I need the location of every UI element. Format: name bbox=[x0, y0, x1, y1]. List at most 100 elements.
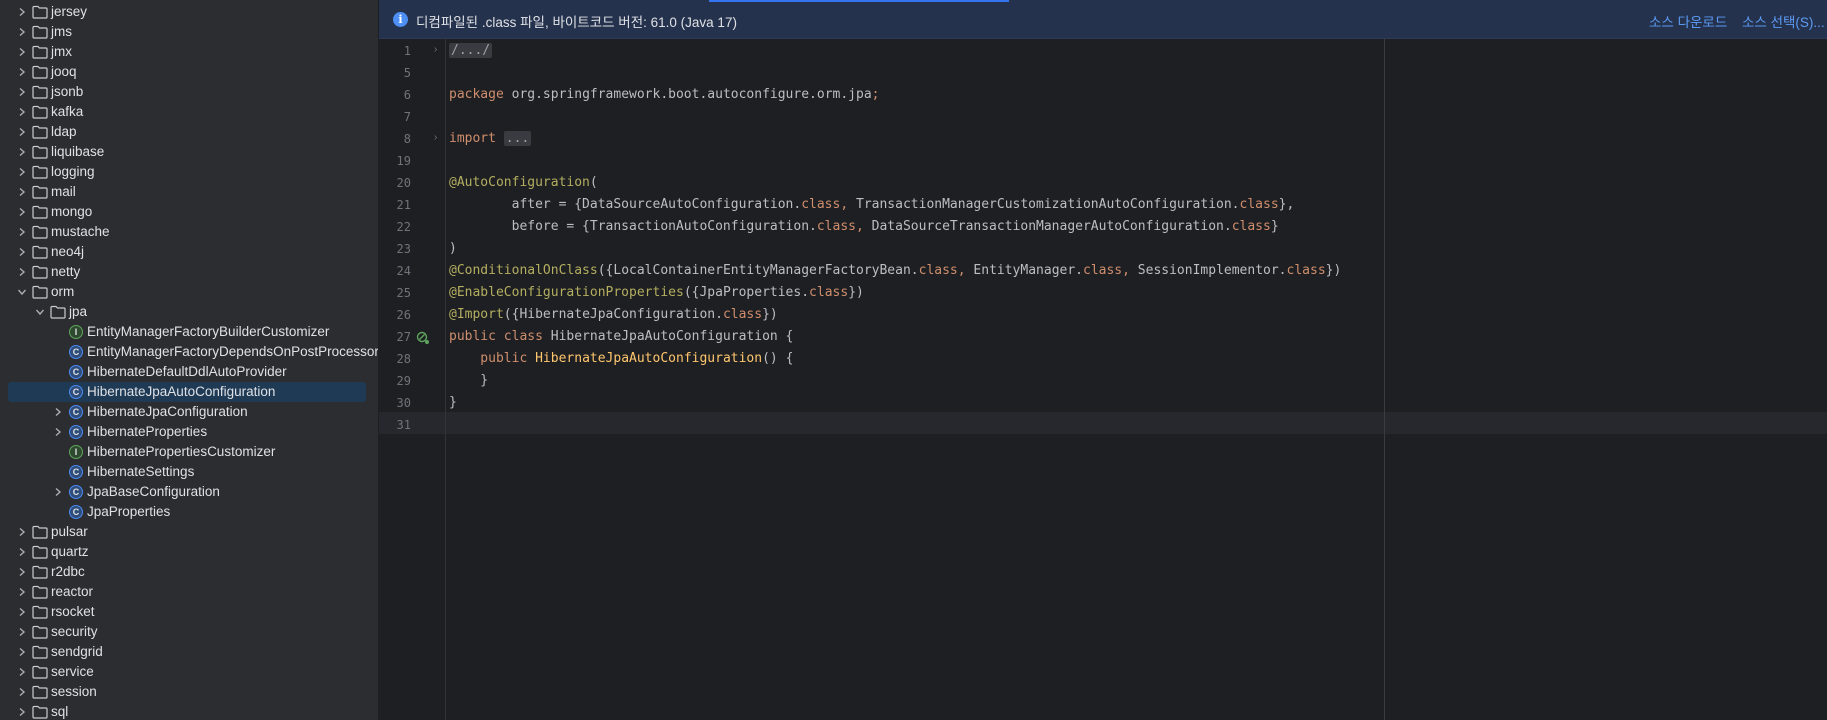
code-line[interactable]: after = {DataSourceAutoConfiguration.cla… bbox=[449, 194, 1295, 216]
chevron-right-icon[interactable] bbox=[51, 405, 65, 419]
chevron-right-icon[interactable] bbox=[15, 705, 29, 719]
tree-item-label: service bbox=[51, 664, 94, 679]
code-line[interactable]: ) bbox=[449, 238, 457, 260]
implemented-bean-icon[interactable] bbox=[416, 331, 430, 345]
tree-folder-reactor[interactable]: reactor bbox=[8, 582, 366, 602]
chevron-right-icon[interactable] bbox=[15, 645, 29, 659]
tree-folder-quartz[interactable]: quartz bbox=[8, 542, 366, 562]
code-token: class bbox=[918, 263, 958, 278]
tree-folder-r2dbc[interactable]: r2dbc bbox=[8, 562, 366, 582]
line-number-gutter[interactable]: 1 › 5 6 7 8 › 19 20 21 22 23 24 25 26 27 28 29 30 31 bbox=[379, 38, 447, 720]
tree-folder-rsocket[interactable]: rsocket bbox=[8, 602, 366, 622]
chevron-right-icon[interactable] bbox=[15, 585, 29, 599]
chevron-right-icon[interactable] bbox=[15, 125, 29, 139]
tree-folder-kafka[interactable]: kafka bbox=[8, 102, 366, 122]
code-token: }, bbox=[1278, 197, 1295, 212]
chevron-down-icon[interactable] bbox=[33, 305, 47, 319]
chevron-right-icon[interactable] bbox=[15, 185, 29, 199]
tree-item-label: HibernateDefaultDdlAutoProvider bbox=[87, 364, 287, 379]
tree-item-HibernateDefaultDdlAutoProvider[interactable]: C HibernateDefaultDdlAutoProvider bbox=[8, 362, 366, 382]
chevron-right-icon[interactable] bbox=[15, 565, 29, 579]
tree-folder-jooq[interactable]: jooq bbox=[8, 62, 366, 82]
folder-icon bbox=[32, 225, 48, 239]
chevron-right-icon[interactable] bbox=[15, 545, 29, 559]
project-tree[interactable]: jersey jms jmx jooq jsonb kafka ldap liquibase l… bbox=[0, 0, 379, 720]
chevron-right-icon[interactable] bbox=[15, 205, 29, 219]
code-token: package bbox=[449, 87, 504, 102]
chevron-right-icon[interactable] bbox=[15, 665, 29, 679]
tree-folder-mongo[interactable]: mongo bbox=[8, 202, 366, 222]
chevron-right-icon[interactable] bbox=[15, 5, 29, 19]
chevron-right-icon[interactable] bbox=[15, 85, 29, 99]
tree-folder-neo4j[interactable]: neo4j bbox=[8, 242, 366, 262]
tree-folder-netty[interactable]: netty bbox=[8, 262, 366, 282]
tree-folder-security[interactable]: security bbox=[8, 622, 366, 642]
code-line[interactable]: before = {TransactionAutoConfiguration.c… bbox=[449, 216, 1279, 238]
tree-folder-session[interactable]: session bbox=[8, 682, 366, 702]
tree-item-JpaProperties[interactable]: C JpaProperties bbox=[8, 502, 366, 522]
class-icon: C bbox=[69, 385, 83, 399]
tree-item-HibernateJpaConfiguration[interactable]: C HibernateJpaConfiguration bbox=[8, 402, 366, 422]
chevron-right-icon[interactable] bbox=[15, 65, 29, 79]
tree-folder-jmx[interactable]: jmx bbox=[8, 42, 366, 62]
tree-folder-jersey[interactable]: jersey bbox=[8, 2, 366, 22]
chevron-right-icon[interactable] bbox=[15, 245, 29, 259]
tree-folder-orm[interactable]: orm bbox=[8, 282, 366, 302]
chevron-right-icon[interactable] bbox=[15, 165, 29, 179]
fold-toggle-icon[interactable]: › bbox=[434, 132, 437, 143]
code-line[interactable]: import ... bbox=[449, 128, 532, 150]
tree-item-HibernateSettings[interactable]: C HibernateSettings bbox=[8, 462, 366, 482]
tree-item-EntityManagerFactoryDependsOnPostProcessor[interactable]: C EntityManagerFactoryDependsOnPostProces… bbox=[8, 342, 378, 362]
tree-folder-liquibase[interactable]: liquibase bbox=[8, 142, 366, 162]
code-token: ({LocalContainerEntityManagerFactoryBean… bbox=[597, 263, 919, 278]
fold-toggle-icon[interactable]: › bbox=[434, 44, 437, 55]
tree-item-HibernateJpaAutoConfiguration[interactable]: C HibernateJpaAutoConfiguration bbox=[8, 382, 366, 402]
chevron-right-icon[interactable] bbox=[15, 45, 29, 59]
tree-folder-jms[interactable]: jms bbox=[8, 22, 366, 42]
code-line[interactable]: } bbox=[449, 392, 457, 414]
chevron-right-icon[interactable] bbox=[51, 425, 65, 439]
chevron-right-icon[interactable] bbox=[15, 685, 29, 699]
chevron-right-icon[interactable] bbox=[15, 145, 29, 159]
code-line[interactable]: /.../ bbox=[449, 40, 493, 62]
code-line[interactable]: @EnableConfigurationProperties({JpaPrope… bbox=[449, 282, 864, 304]
code-line[interactable]: } bbox=[449, 370, 488, 392]
code-line[interactable]: @Import({HibernateJpaConfiguration.class… bbox=[449, 304, 778, 326]
tree-folder-sql[interactable]: sql bbox=[8, 702, 366, 720]
chevron-right-icon[interactable] bbox=[15, 105, 29, 119]
tree-folder-pulsar[interactable]: pulsar bbox=[8, 522, 366, 542]
chevron-right-icon[interactable] bbox=[51, 485, 65, 499]
tree-item-label: sql bbox=[51, 704, 69, 719]
tree-folder-mustache[interactable]: mustache bbox=[8, 222, 366, 242]
code-line[interactable]: @ConditionalOnClass({LocalContainerEntit… bbox=[449, 260, 1341, 282]
chevron-right-icon[interactable] bbox=[15, 265, 29, 279]
code-line[interactable]: package org.springframework.boot.autocon… bbox=[449, 84, 879, 106]
tree-folder-ldap[interactable]: ldap bbox=[8, 122, 366, 142]
chevron-right-icon[interactable] bbox=[15, 605, 29, 619]
tree-folder-jpa[interactable]: jpa bbox=[8, 302, 366, 322]
class-icon: C bbox=[69, 345, 83, 359]
tree-folder-service[interactable]: service bbox=[8, 662, 366, 682]
chevron-down-icon[interactable] bbox=[15, 285, 29, 299]
code-line[interactable]: public HibernateJpaAutoConfiguration() { bbox=[449, 348, 793, 370]
tree-folder-logging[interactable]: logging bbox=[8, 162, 366, 182]
chevron-right-icon[interactable] bbox=[15, 525, 29, 539]
chevron-right-icon[interactable] bbox=[15, 25, 29, 39]
code-token: HibernateJpaAutoConfiguration { bbox=[542, 329, 794, 344]
tree-item-JpaBaseConfiguration[interactable]: C JpaBaseConfiguration bbox=[8, 482, 366, 502]
choose-sources-link[interactable]: 소스 선택(S)... bbox=[1742, 11, 1825, 31]
code-line[interactable]: public class HibernateJpaAutoConfigurati… bbox=[449, 326, 793, 348]
tree-folder-jsonb[interactable]: jsonb bbox=[8, 82, 366, 102]
code-editor[interactable]: i 디컴파일된 .class 파일, 바이트코드 버전: 61.0 (Java … bbox=[379, 0, 1827, 720]
chevron-right-icon[interactable] bbox=[15, 625, 29, 639]
tree-item-HibernateProperties[interactable]: C HibernateProperties bbox=[8, 422, 366, 442]
code-line[interactable]: @AutoConfiguration( bbox=[449, 172, 598, 194]
tree-item-EntityManagerFactoryBuilderCustomizer[interactable]: I EntityManagerFactoryBuilderCustomizer bbox=[8, 322, 366, 342]
tree-folder-sendgrid[interactable]: sendgrid bbox=[8, 642, 366, 662]
download-sources-link[interactable]: 소스 다운로드 bbox=[1649, 11, 1727, 31]
folder-icon bbox=[32, 145, 48, 159]
chevron-right-icon[interactable] bbox=[15, 225, 29, 239]
tree-folder-mail[interactable]: mail bbox=[8, 182, 366, 202]
tree-item-HibernatePropertiesCustomizer[interactable]: I HibernatePropertiesCustomizer bbox=[8, 442, 366, 462]
folder-icon bbox=[32, 205, 48, 219]
